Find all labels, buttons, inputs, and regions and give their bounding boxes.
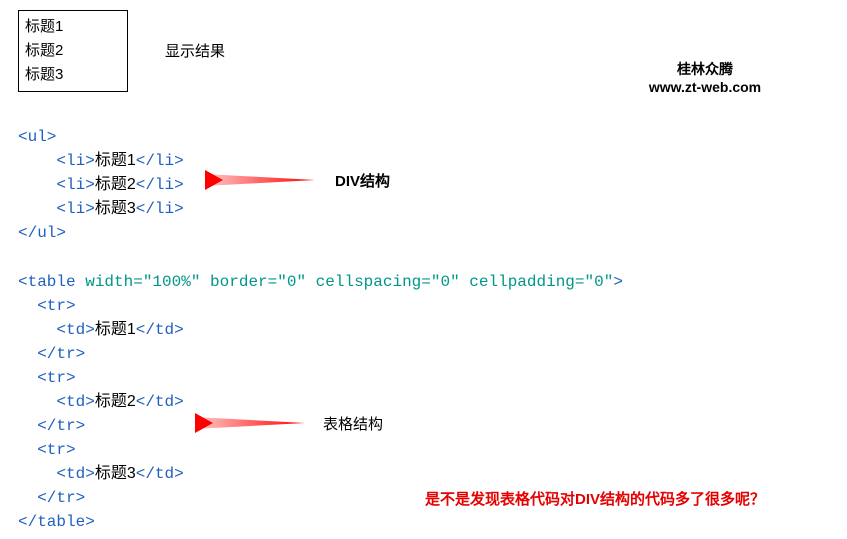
code-text: <li> (56, 152, 94, 170)
code-text: </tr> (37, 345, 85, 363)
comparison-note: 是不是发现表格代码对DIV结构的代码多了很多呢？ (425, 488, 765, 509)
arrow-icon (205, 170, 325, 190)
code-text: </tr> (37, 489, 85, 507)
code-text: 标题2 (95, 176, 136, 193)
code-text: </li> (136, 152, 184, 170)
list-item: 标题2 (25, 39, 121, 63)
code-text: </ul> (18, 224, 66, 242)
list-item: 标题1 (25, 15, 121, 39)
code-text: <tr> (37, 369, 75, 387)
code-text: 标题1 (95, 152, 136, 169)
code-text: > (613, 273, 623, 291)
example-output-box: 标题1 标题2 标题3 (18, 10, 128, 92)
table-structure-label: 表格结构 (323, 413, 383, 434)
code-text: 标题3 (95, 465, 136, 482)
brand-url: www.zt-web.com (635, 78, 775, 96)
code-text: <td> (56, 321, 94, 339)
code-text: </td> (136, 321, 184, 339)
code-text: <tr> (37, 441, 75, 459)
div-structure-label: DIV结构 (335, 170, 390, 191)
code-text: 标题1 (95, 321, 136, 338)
brand-name: 桂林众腾 (635, 60, 775, 78)
code-text: <li> (56, 176, 94, 194)
code-text: <tr> (37, 297, 75, 315)
code-text: </li> (136, 176, 184, 194)
code-text: </td> (136, 393, 184, 411)
arrow-icon (195, 413, 315, 433)
list-item: 标题3 (25, 63, 121, 87)
code-text: </td> (136, 465, 184, 483)
code-text: <td> (56, 465, 94, 483)
code-text: </li> (136, 200, 184, 218)
code-text: <li> (56, 200, 94, 218)
code-text: <table (18, 273, 76, 291)
code-text: <td> (56, 393, 94, 411)
code-text: </tr> (37, 417, 85, 435)
code-text: <ul> (18, 128, 56, 146)
code-block-ul: <ul> <li>标题1</li> <li>标题2</li> <li>标题3</… (18, 125, 184, 245)
code-text: 标题2 (95, 393, 136, 410)
code-text: </table> (18, 513, 95, 531)
brand-block: 桂林众腾 www.zt-web.com (635, 60, 775, 96)
display-result-label: 显示结果 (165, 40, 225, 61)
code-text: width="100%" border="0" cellspacing="0" … (85, 273, 613, 291)
code-text: 标题3 (95, 200, 136, 217)
